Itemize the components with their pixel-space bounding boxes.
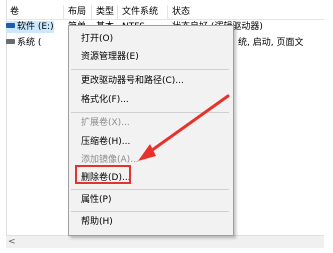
annotation-arrow-shaft: [146, 94, 230, 155]
annotation-arrow-head: [138, 144, 156, 161]
annotation-arrow-icon: [138, 94, 230, 161]
